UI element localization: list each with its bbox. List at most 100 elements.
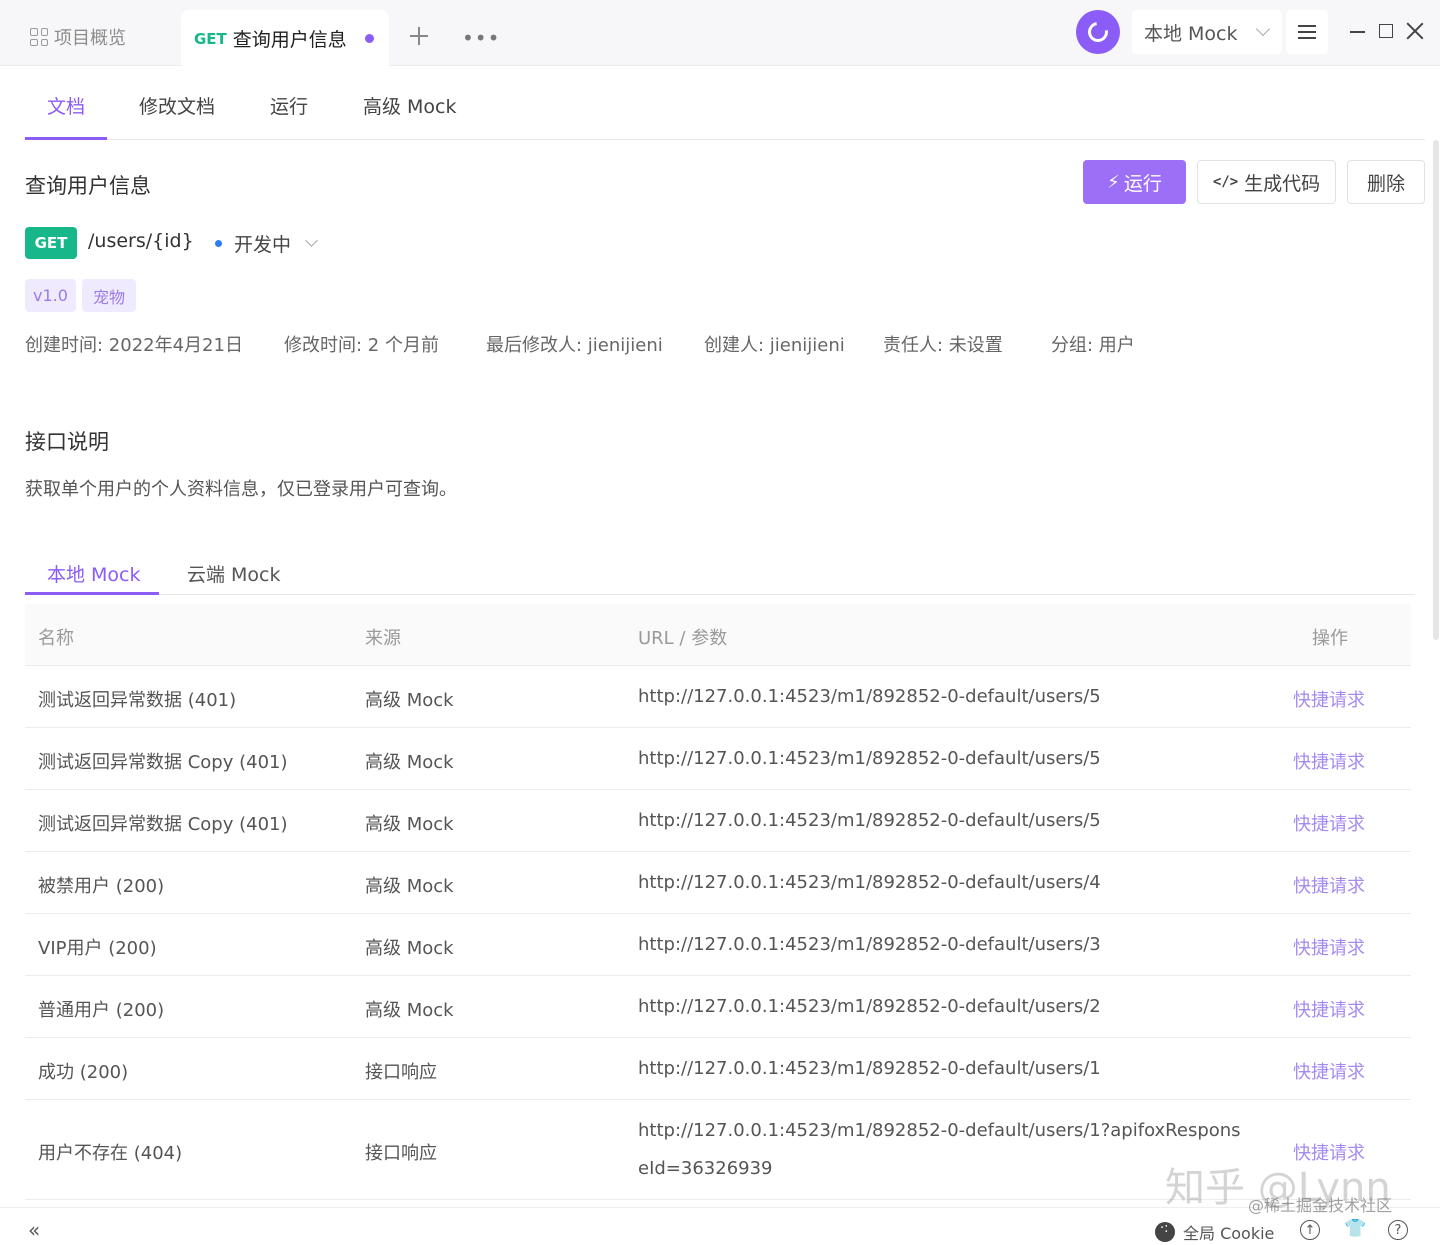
table-row: 被禁用户 (200) 高级 Mock http://127.0.0.1:4523/m…	[25, 852, 1411, 914]
tab-advanced-mock[interactable]: 高级 Mock	[363, 92, 457, 119]
meta-owner: 责任人: 未设置	[883, 335, 1003, 356]
row-source: 高级 Mock	[365, 876, 454, 897]
method-badge: GET	[25, 227, 77, 259]
row-name: VIP用户 (200)	[38, 938, 157, 959]
tab-run[interactable]: 运行	[270, 92, 308, 119]
quick-request-link[interactable]: 快捷请求	[1293, 1058, 1365, 1084]
global-cookie-button[interactable]: 全局 Cookie	[1155, 1220, 1274, 1244]
watermark-sub: @稀土掘金技术社区	[1248, 1196, 1393, 1215]
table-row: 成功 (200) 接口响应 http://127.0.0.1:4523/m1/892…	[25, 1038, 1411, 1100]
quick-request-link[interactable]: 快捷请求	[1293, 748, 1365, 774]
active-tab-indicator	[25, 137, 107, 140]
tab-cloud-mock[interactable]: 云端 Mock	[187, 560, 281, 587]
sync-button[interactable]	[1076, 10, 1120, 54]
environment-value: 本地 Mock	[1144, 22, 1238, 45]
meta-group: 分组: 用户	[1051, 335, 1135, 356]
tab-query-user-info[interactable]: GET 查询用户信息	[181, 10, 389, 67]
meta-modified-time: 修改时间: 2 个月前	[284, 335, 439, 356]
more-dots-icon[interactable]: •••	[462, 26, 500, 50]
title-bar: 项目概览 GET 查询用户信息 ••• 本地 Mock	[0, 0, 1440, 67]
row-name: 成功 (200)	[38, 1062, 129, 1083]
api-path: /users/{id}	[88, 230, 194, 252]
delete-button[interactable]: 删除	[1347, 160, 1425, 204]
header-url: URL / 参数	[638, 628, 728, 649]
quick-request-link[interactable]: 快捷请求	[1293, 686, 1365, 712]
chevron-down-icon	[1255, 21, 1271, 37]
scrollbar[interactable]	[1433, 140, 1439, 640]
generate-code-button[interactable]: </> 生成代码	[1197, 160, 1336, 204]
row-url: http://127.0.0.1:4523/m1/892852-0-defaul…	[638, 748, 1101, 769]
cookie-icon	[1155, 1221, 1175, 1242]
table-row: 测试返回异常数据 Copy (401) 高级 Mock http://127.0.0…	[25, 728, 1411, 790]
row-source: 高级 Mock	[365, 938, 454, 959]
collapse-sidebar-icon[interactable]: «	[28, 1218, 40, 1242]
close-icon[interactable]	[1406, 22, 1424, 40]
tab-edit-docs[interactable]: 修改文档	[139, 92, 215, 119]
status-label: 开发中	[234, 234, 292, 256]
tag-version: v1.0	[25, 279, 76, 312]
row-name: 测试返回异常数据 Copy (401)	[38, 814, 288, 835]
row-url: http://127.0.0.1:4523/m1/892852-0-defaul…	[638, 934, 1101, 955]
shirt-icon[interactable]: 👕	[1344, 1218, 1366, 1239]
unsaved-dot-icon	[364, 34, 374, 43]
status-dot-icon	[215, 240, 222, 247]
active-tab-indicator	[25, 592, 159, 595]
upload-icon[interactable]: ↑	[1300, 1220, 1320, 1240]
table-header: 名称 来源 URL / 参数 操作	[25, 604, 1411, 666]
quick-request-link[interactable]: 快捷请求	[1293, 996, 1365, 1022]
environment-select[interactable]: 本地 Mock	[1132, 10, 1282, 54]
row-source: 接口响应	[365, 1143, 437, 1164]
document-tabs: 文档 修改文档 运行 高级 Mock	[25, 66, 1425, 140]
sync-icon	[1084, 18, 1112, 46]
table-body: 测试返回异常数据 (401) 高级 Mock http://127.0.0.1:45…	[25, 666, 1411, 1200]
row-source: 高级 Mock	[365, 690, 454, 711]
row-url: http://127.0.0.1:4523/m1/892852-0-defaul…	[638, 810, 1101, 831]
global-cookie-label: 全局 Cookie	[1183, 1224, 1275, 1243]
meta-created-time: 创建时间: 2022年4月21日	[25, 335, 243, 356]
row-name: 测试返回异常数据 (401)	[38, 690, 237, 711]
tab-project-overview[interactable]: 项目概览	[30, 24, 126, 50]
mock-table: 名称 来源 URL / 参数 操作 测试返回异常数据 (401) 高级 Mock h…	[25, 604, 1411, 1200]
tab-docs[interactable]: 文档	[47, 92, 85, 119]
run-button[interactable]: ⚡ 运行	[1083, 160, 1186, 204]
row-source: 接口响应	[365, 1062, 437, 1083]
row-url: http://127.0.0.1:4523/m1/892852-0-defaul…	[638, 1120, 1241, 1179]
tab-method: GET	[194, 29, 227, 48]
minimize-icon[interactable]	[1350, 31, 1365, 33]
row-source: 高级 Mock	[365, 814, 454, 835]
table-row: 普通用户 (200) 高级 Mock http://127.0.0.1:4523/m…	[25, 976, 1411, 1038]
row-url: http://127.0.0.1:4523/m1/892852-0-defaul…	[638, 996, 1101, 1017]
new-tab-plus-icon[interactable]	[407, 24, 431, 48]
description-text: 获取单个用户的个人资料信息，仅已登录用户可查询。	[25, 479, 457, 500]
status-select[interactable]: 开发中	[215, 230, 318, 257]
grid-icon	[30, 28, 48, 46]
table-row: 测试返回异常数据 Copy (401) 高级 Mock http://127.0.0…	[25, 790, 1411, 852]
row-url: http://127.0.0.1:4523/m1/892852-0-defaul…	[638, 872, 1101, 893]
maximize-icon[interactable]	[1379, 24, 1393, 38]
header-action: 操作	[1312, 628, 1348, 649]
code-icon: </>	[1212, 174, 1239, 190]
table-row: VIP用户 (200) 高级 Mock http://127.0.0.1:4523/…	[25, 914, 1411, 976]
tab-local-mock[interactable]: 本地 Mock	[47, 560, 141, 587]
row-source: 高级 Mock	[365, 752, 454, 773]
table-row: 测试返回异常数据 (401) 高级 Mock http://127.0.0.1:45…	[25, 666, 1411, 728]
header-name: 名称	[38, 628, 74, 649]
help-icon[interactable]: ?	[1388, 1220, 1408, 1240]
menu-button[interactable]	[1286, 10, 1328, 54]
quick-request-link[interactable]: 快捷请求	[1293, 872, 1365, 898]
tab-label: 查询用户信息	[232, 29, 347, 51]
page-title: 查询用户信息	[25, 174, 151, 198]
row-source: 高级 Mock	[365, 1000, 454, 1021]
mock-tabs: 本地 Mock 云端 Mock	[25, 546, 1415, 595]
chevron-down-icon	[305, 234, 318, 247]
quick-request-link[interactable]: 快捷请求	[1293, 934, 1365, 960]
run-label: 运行	[1123, 172, 1162, 195]
meta-creator: 创建人: jienijieni	[704, 335, 845, 356]
lightning-icon: ⚡	[1107, 171, 1120, 193]
header-source: 来源	[365, 628, 401, 649]
row-name: 被禁用户 (200)	[38, 876, 165, 897]
meta-last-modifier: 最后修改人: jienijieni	[486, 335, 663, 356]
row-url: http://127.0.0.1:4523/m1/892852-0-defaul…	[638, 1058, 1101, 1079]
quick-request-link[interactable]: 快捷请求	[1293, 810, 1365, 836]
tag-category: 宠物	[82, 279, 136, 312]
